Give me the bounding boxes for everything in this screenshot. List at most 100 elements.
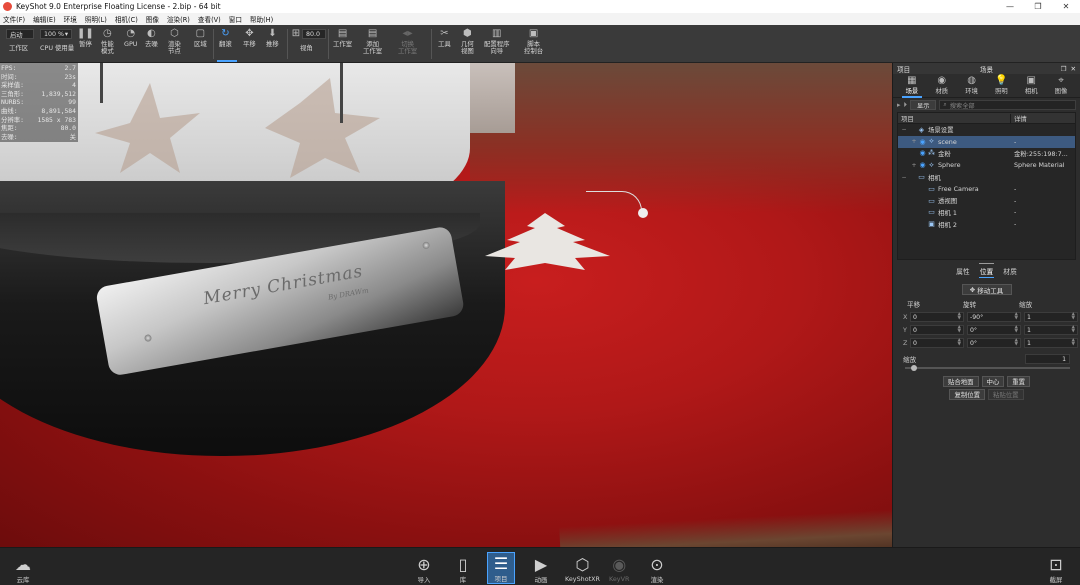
- pan-button[interactable]: ✥ 平移: [243, 27, 256, 48]
- spinner-arrows-icon[interactable]: ▲ ▼: [1015, 312, 1018, 321]
- screenshot-button[interactable]: ⊡ 截屏: [1046, 554, 1066, 585]
- expand-icon[interactable]: +: [910, 138, 918, 145]
- tab-environment[interactable]: ◍ 环境: [965, 75, 978, 95]
- tree-row[interactable]: − ◈ 场景设置: [898, 124, 1075, 136]
- menu-camera[interactable]: 相机(C): [115, 14, 138, 24]
- tree-header-item[interactable]: 项目: [898, 113, 1011, 123]
- pause-button[interactable]: ❚❚ 暂停: [77, 27, 94, 48]
- animation-button[interactable]: ▶ 动画: [531, 554, 551, 585]
- spinner-arrows-icon[interactable]: ▲ ▼: [1072, 338, 1075, 347]
- spinner-arrows-icon[interactable]: ▲ ▼: [958, 338, 961, 347]
- tab-materials[interactable]: 材质: [1002, 266, 1018, 276]
- render-button[interactable]: ⊙ 渲染: [647, 554, 667, 585]
- workspace-select[interactable]: 启动: [6, 29, 34, 39]
- keyvr-button[interactable]: ◉ KeyVR: [609, 554, 629, 584]
- expand-icon[interactable]: +: [910, 162, 918, 169]
- menu-view[interactable]: 查看(V): [198, 14, 221, 24]
- snap-to-ground-button[interactable]: 贴合地面: [942, 376, 979, 387]
- filter-icon[interactable]: ⏵: [904, 101, 908, 110]
- spinner-arrows-icon[interactable]: ▲ ▼: [1072, 325, 1075, 334]
- center-button[interactable]: 中心: [981, 376, 1005, 387]
- maximize-button[interactable]: ❐: [1024, 0, 1052, 13]
- fov-input[interactable]: 80.0: [302, 29, 326, 39]
- menu-file[interactable]: 文件(F): [3, 14, 25, 24]
- uniform-scale-input[interactable]: 1: [1025, 354, 1070, 364]
- play-icon[interactable]: ▸: [897, 101, 901, 109]
- geometry-view-button[interactable]: ⬢ 几何 视图: [461, 27, 474, 55]
- move-tool-button[interactable]: ✥ 移动工具: [961, 284, 1012, 295]
- library-button[interactable]: ▯ 库: [453, 554, 473, 585]
- scale-field[interactable]: 1 ▲ ▼: [1024, 312, 1078, 322]
- tree-row[interactable]: ▣ 相机 2-: [898, 218, 1075, 230]
- tab-camera[interactable]: ▣ 相机: [1025, 75, 1038, 95]
- tree-row[interactable]: ◉ ⁂ 金粉 金粉:255:198:7...: [898, 148, 1075, 160]
- script-console-button[interactable]: ▣ 脚本 控制台: [524, 27, 543, 55]
- translate-field[interactable]: 0 ▲ ▼: [910, 312, 964, 322]
- scale-field[interactable]: 1 ▲ ▼: [1024, 338, 1078, 348]
- denoise-button[interactable]: ◐ 去噪: [145, 27, 158, 48]
- tree-header-details[interactable]: 详情: [1011, 114, 1027, 123]
- cpu-usage-select[interactable]: 100 % ▾: [40, 29, 72, 39]
- collapse-icon[interactable]: −: [900, 174, 908, 181]
- uniform-scale-slider[interactable]: [905, 365, 1070, 371]
- project-button[interactable]: ☰ 项目: [487, 552, 515, 584]
- tab-lighting[interactable]: 💡 照明: [995, 75, 1008, 95]
- keyshotxr-button[interactable]: ⬡ KeyShotXR: [565, 554, 600, 584]
- spinner-arrows-icon[interactable]: ▲ ▼: [1072, 312, 1075, 321]
- tab-material[interactable]: ◉ 材质: [935, 75, 948, 95]
- rotate-field[interactable]: 0° ▲ ▼: [967, 325, 1021, 335]
- close-button[interactable]: ✕: [1052, 0, 1080, 13]
- tab-position[interactable]: 位置: [978, 263, 995, 278]
- search-input[interactable]: ⌕ 搜索全部: [939, 100, 1076, 110]
- reset-button[interactable]: 重置: [1007, 376, 1031, 387]
- slider-knob[interactable]: [911, 365, 917, 371]
- tree-row[interactable]: ▭ 相机 1-: [898, 207, 1075, 219]
- tab-properties[interactable]: 属性: [955, 266, 971, 276]
- tree-row[interactable]: − ▭ 相机: [898, 171, 1075, 183]
- paste-position-button[interactable]: 粘贴位置: [988, 389, 1024, 400]
- spinner-arrows-icon[interactable]: ▲ ▼: [958, 312, 961, 321]
- spinner-arrows-icon[interactable]: ▲ ▼: [1015, 325, 1018, 334]
- rotate-field[interactable]: 0° ▲ ▼: [967, 338, 1021, 348]
- visibility-eye-icon[interactable]: ◉: [918, 138, 927, 146]
- cloud-library-button[interactable]: ☁ 云库: [13, 554, 33, 585]
- minimize-button[interactable]: —: [996, 0, 1024, 13]
- tab-image[interactable]: ⌖ 图像: [1055, 75, 1068, 95]
- translate-field[interactable]: 0 ▲ ▼: [910, 338, 964, 348]
- visibility-eye-icon[interactable]: ◉: [918, 149, 927, 157]
- menu-environment[interactable]: 环境: [64, 14, 77, 24]
- tree-row[interactable]: + ◉ ⟡ scene -: [898, 135, 1075, 148]
- studio-button[interactable]: ▤ 工作室: [333, 27, 352, 48]
- configurator-wizard-button[interactable]: ▥ 配置程序 向导: [484, 27, 510, 55]
- dolly-button[interactable]: ⬇ 推移: [266, 27, 279, 48]
- gpu-button[interactable]: ◔ GPU: [124, 27, 137, 48]
- collapse-icon[interactable]: −: [900, 126, 908, 133]
- performance-mode-button[interactable]: ◷ 性能 模式: [101, 27, 114, 55]
- rotate-field[interactable]: -90° ▲ ▼: [967, 312, 1021, 322]
- spinner-arrows-icon[interactable]: ▲ ▼: [958, 325, 961, 334]
- copy-position-button[interactable]: 复制位置: [949, 389, 985, 400]
- tools-button[interactable]: ✂ 工具: [438, 27, 451, 48]
- add-studio-button[interactable]: ▤ 添加 工作室: [363, 27, 382, 55]
- tab-scene[interactable]: ▦ 场景: [901, 75, 922, 98]
- render-viewport[interactable]: Merry Christmas By DRAWm FPS: 2.7 时间: 23s …: [0, 63, 892, 547]
- visibility-eye-icon[interactable]: ◉: [918, 161, 927, 169]
- tree-row[interactable]: + ◉ ⟡ Sphere Sphere Material: [898, 159, 1075, 171]
- tree-row[interactable]: ▭ Free Camera -: [898, 183, 1075, 195]
- close-panel-icon[interactable]: ✕: [1070, 65, 1076, 73]
- show-dropdown[interactable]: 显示: [910, 100, 937, 110]
- spinner-arrows-icon[interactable]: ▲ ▼: [1015, 338, 1018, 347]
- render-nodes-button[interactable]: ⬡ 渲染 节点: [168, 27, 181, 55]
- menu-render[interactable]: 渲染(R): [167, 14, 190, 24]
- undock-icon[interactable]: ❐: [1061, 65, 1067, 73]
- tumble-button[interactable]: ↻ 翻滚: [219, 27, 232, 48]
- menu-window[interactable]: 窗口: [229, 14, 242, 24]
- switch-studio-button[interactable]: ◂▸ 切换 工作室: [398, 27, 417, 55]
- menu-help[interactable]: 帮助(H): [250, 14, 273, 24]
- scale-field[interactable]: 1 ▲ ▼: [1024, 325, 1078, 335]
- scene-tree[interactable]: 项目 详情 − ◈ 场景设置 + ◉ ⟡ scene - ◉ ⁂ 金粉 金粉:255:198:7...…: [897, 112, 1076, 260]
- region-button[interactable]: ▢ 区域: [194, 27, 207, 48]
- tree-row[interactable]: ▭ 透视图 -: [898, 195, 1075, 207]
- translate-field[interactable]: 0 ▲ ▼: [910, 325, 964, 335]
- menu-image[interactable]: 图像: [146, 14, 159, 24]
